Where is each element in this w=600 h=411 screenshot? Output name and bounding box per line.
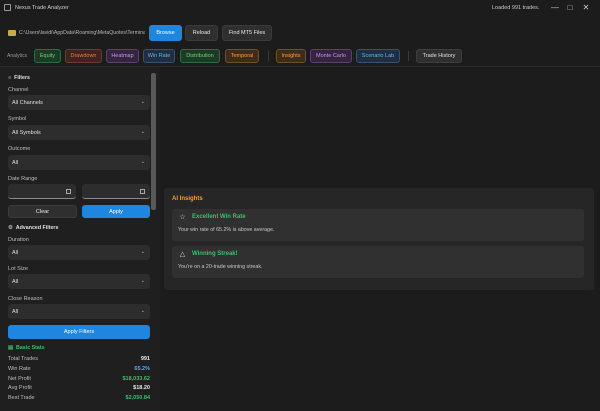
title-bar: Nexus Trade Analyzer Loaded 991 trades. … bbox=[0, 0, 600, 16]
apply-button[interactable]: Apply bbox=[82, 205, 150, 218]
stat-label: Avg Profit bbox=[8, 385, 32, 391]
maximize-icon[interactable]: □ bbox=[563, 1, 577, 13]
status-text: Loaded 991 trades. bbox=[492, 5, 540, 11]
flame-icon: △ bbox=[179, 251, 186, 258]
reload-button[interactable]: Reload bbox=[185, 25, 218, 41]
chevron-down-icon: ⌄ bbox=[140, 159, 145, 165]
channel-value: All Channels bbox=[12, 99, 43, 106]
insight-card: ☆ Excellent Win Rate Your win rate of 65… bbox=[172, 209, 584, 241]
ai-insights-panel: AI Insights ☆ Excellent Win Rate Your wi… bbox=[164, 188, 594, 290]
ai-insights-title: AI Insights bbox=[172, 196, 203, 202]
filters-header: ≡ Filters bbox=[8, 75, 30, 81]
stat-row-win-rate: Win Rate 65.2% bbox=[8, 366, 150, 372]
minimize-icon[interactable]: — bbox=[548, 1, 562, 13]
filter-icon: ≡ bbox=[8, 75, 12, 81]
stat-label: Best Trade bbox=[8, 395, 35, 401]
channel-label: Channel bbox=[8, 87, 29, 93]
chevron-down-icon: ⌄ bbox=[140, 278, 145, 284]
close-reason-select[interactable]: All ⌄ bbox=[8, 304, 150, 319]
date-range-label: Date Range bbox=[8, 176, 38, 182]
tab-equity[interactable]: Equity bbox=[34, 49, 61, 63]
stat-label: Win Rate bbox=[8, 366, 31, 372]
basic-stats-header: ▤ Basic Stats bbox=[8, 345, 45, 351]
tab-win-rate[interactable]: Win Rate bbox=[143, 49, 175, 63]
channel-select[interactable]: All Channels ⌄ bbox=[8, 95, 150, 110]
app-icon bbox=[4, 4, 11, 11]
symbol-value: All Symbols bbox=[12, 129, 41, 136]
tab-insights[interactable]: Insights bbox=[276, 49, 306, 63]
calendar-icon[interactable] bbox=[140, 189, 145, 194]
lot-size-select[interactable]: All ⌄ bbox=[8, 274, 150, 289]
sidebar-scrollbar[interactable] bbox=[151, 73, 156, 210]
app-title: Nexus Trade Analyzer bbox=[15, 5, 69, 11]
chip-separator bbox=[268, 51, 269, 61]
insight-title: Winning Streak! bbox=[192, 251, 238, 257]
stat-row-best-trade: Best Trade $2,050.84 bbox=[8, 395, 150, 401]
insight-card: △ Winning Streak! You're on a 20-trade w… bbox=[172, 246, 584, 278]
chevron-down-icon: ⌄ bbox=[140, 308, 145, 314]
stat-value: $18.20 bbox=[133, 385, 150, 391]
trophy-icon: ☆ bbox=[179, 214, 186, 221]
folder-icon bbox=[8, 30, 16, 36]
apply-filters-button[interactable]: Apply Filters bbox=[8, 325, 150, 339]
outcome-label: Outcome bbox=[8, 146, 31, 152]
chart-icon: ▤ bbox=[8, 345, 14, 351]
filters-title: Filters bbox=[14, 75, 30, 81]
insight-title: Excellent Win Rate bbox=[192, 214, 246, 220]
tab-drawdown[interactable]: Drawdown bbox=[65, 49, 102, 63]
tab-heatmap[interactable]: Heatmap bbox=[106, 49, 139, 63]
stat-row-total-trades: Total Trades 991 bbox=[8, 356, 150, 362]
chip-separator bbox=[408, 51, 409, 61]
outcome-value: All bbox=[12, 159, 19, 166]
stat-row-net-profit: Net Profit $18,033.62 bbox=[8, 376, 150, 382]
insight-text: You're on a 20-trade winning streak. bbox=[178, 264, 263, 270]
tab-distribution[interactable]: Distribution bbox=[180, 49, 220, 63]
stat-row-avg-profit: Avg Profit $18.20 bbox=[8, 385, 150, 391]
gear-icon: ⚙ bbox=[8, 225, 13, 231]
lot-size-value: All bbox=[12, 278, 19, 285]
analytics-label: Analytics bbox=[7, 53, 28, 59]
browse-button[interactable]: Browse bbox=[149, 25, 182, 41]
symbol-label: Symbol bbox=[8, 116, 27, 122]
duration-select[interactable]: All ⌄ bbox=[8, 245, 150, 260]
date-to-input[interactable] bbox=[82, 184, 150, 199]
tab-trade-history[interactable]: Trade History bbox=[416, 49, 462, 63]
tab-temporal[interactable]: Temporal bbox=[225, 49, 259, 63]
basic-stats-title: Basic Stats bbox=[16, 345, 45, 351]
duration-value: All bbox=[12, 249, 19, 256]
stat-label: Total Trades bbox=[8, 356, 38, 362]
tab-scenario-lab[interactable]: Scenario Lab bbox=[356, 49, 400, 63]
stat-value: 991 bbox=[140, 356, 150, 362]
chevron-down-icon: ⌄ bbox=[140, 249, 145, 255]
find-mt5-files-button[interactable]: Find MT5 Files bbox=[222, 25, 272, 41]
tab-monte-carlo[interactable]: Monte Carlo bbox=[310, 49, 352, 63]
duration-label: Duration bbox=[8, 237, 29, 243]
date-from-input[interactable] bbox=[8, 184, 76, 199]
calendar-icon[interactable] bbox=[66, 189, 71, 194]
stat-value: $2,050.84 bbox=[125, 395, 150, 401]
file-path-display: C:\Users\lavidi\AppData\Roaming\MetaQuot… bbox=[19, 30, 145, 36]
advanced-filters-header: ⚙ Advanced Filters bbox=[8, 225, 58, 231]
chevron-down-icon: ⌄ bbox=[140, 99, 145, 105]
advanced-filters-title: Advanced Filters bbox=[15, 225, 59, 231]
symbol-select[interactable]: All Symbols ⌄ bbox=[8, 125, 150, 140]
stat-value: 65.2% bbox=[134, 366, 150, 372]
stat-value: $18,033.62 bbox=[122, 376, 150, 382]
stat-label: Net Profit bbox=[8, 376, 31, 382]
lot-size-label: Lot Size bbox=[8, 266, 28, 272]
close-icon[interactable]: ✕ bbox=[579, 1, 593, 13]
close-reason-label: Close Reason bbox=[8, 296, 43, 302]
close-reason-value: All bbox=[12, 308, 19, 315]
clear-button[interactable]: Clear bbox=[8, 205, 77, 218]
insight-text: Your win rate of 65.2% is above average. bbox=[178, 227, 275, 233]
chevron-down-icon: ⌄ bbox=[140, 129, 145, 135]
outcome-select[interactable]: All ⌄ bbox=[8, 155, 150, 170]
